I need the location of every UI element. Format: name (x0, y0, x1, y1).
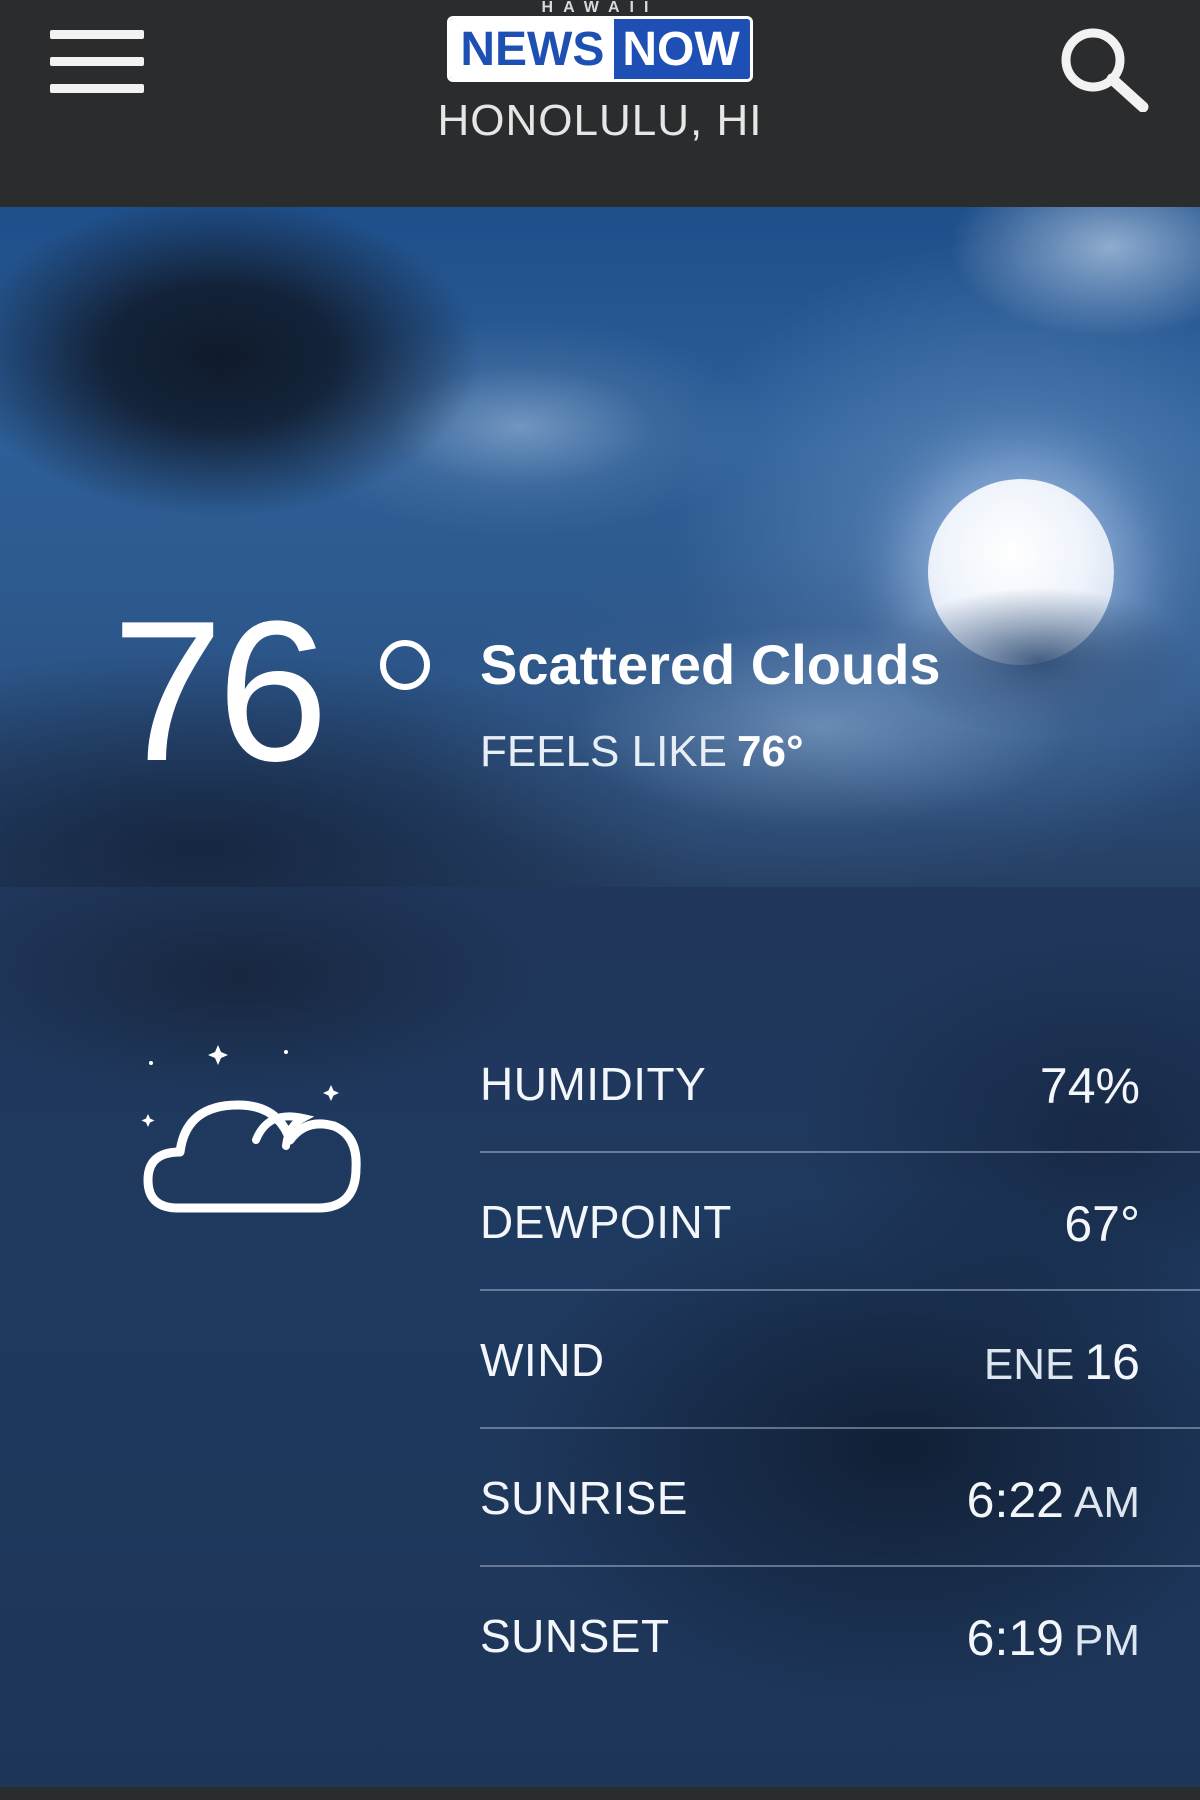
wind-label: WIND (480, 1334, 605, 1386)
current-temperature: 76 (112, 580, 328, 803)
humidity-label: HUMIDITY (480, 1058, 707, 1110)
logo-top-text: HAWAII (541, 0, 659, 12)
sunrise-row: SUNRISE 6:22 AM (480, 1429, 1200, 1567)
wind-direction: ENE (983, 1340, 1075, 1389)
search-icon[interactable] (1055, 22, 1155, 113)
sunset-label: SUNSET (480, 1610, 670, 1662)
wind-speed: 16 (1084, 1334, 1140, 1390)
sunset-value: 6:19 PM (967, 1609, 1140, 1667)
weather-details-list: HUMIDITY 74% DEWPOINT 67° WIND ENE 16 SUN… (480, 1015, 1200, 1703)
location-label[interactable]: HONOLULU, HI (0, 96, 1200, 146)
sunrise-label: SUNRISE (480, 1472, 688, 1524)
sunset-time: 6:19 (966, 1610, 1064, 1666)
sunrise-time: 6:22 (966, 1472, 1064, 1528)
degree-symbol (380, 640, 430, 690)
sunset-row: SUNSET 6:19 PM (480, 1567, 1200, 1703)
wind-row: WIND ENE 16 (480, 1291, 1200, 1429)
condition-text: Scattered Clouds (480, 633, 941, 696)
sunrise-period: AM (1074, 1478, 1140, 1527)
station-logo: HAWAII NEWS NOW (0, 0, 1200, 82)
humidity-value: 74% (1039, 1058, 1140, 1114)
logo-news-text: NEWS (450, 19, 615, 79)
sunrise-value: 6:22 AM (967, 1471, 1140, 1529)
feels-like-label: FEELS LIKE (480, 727, 728, 776)
sunset-period: PM (1074, 1616, 1140, 1665)
feels-like-value: 76° (737, 727, 804, 776)
app-header: HAWAII NEWS NOW HONOLULU, HI (0, 0, 1200, 207)
humidity-row: HUMIDITY 74% (480, 1015, 1200, 1153)
bottom-nav-edge (0, 1787, 1200, 1800)
night-partly-cloudy-icon (138, 1040, 368, 1220)
dewpoint-row: DEWPOINT 67° (480, 1153, 1200, 1291)
dewpoint-value: 67° (1064, 1196, 1140, 1252)
wind-value: ENE 16 (984, 1333, 1140, 1391)
feels-like: FEELS LIKE 76° (480, 727, 804, 777)
dewpoint-label: DEWPOINT (480, 1196, 732, 1248)
logo-now-text: NOW (614, 19, 750, 79)
